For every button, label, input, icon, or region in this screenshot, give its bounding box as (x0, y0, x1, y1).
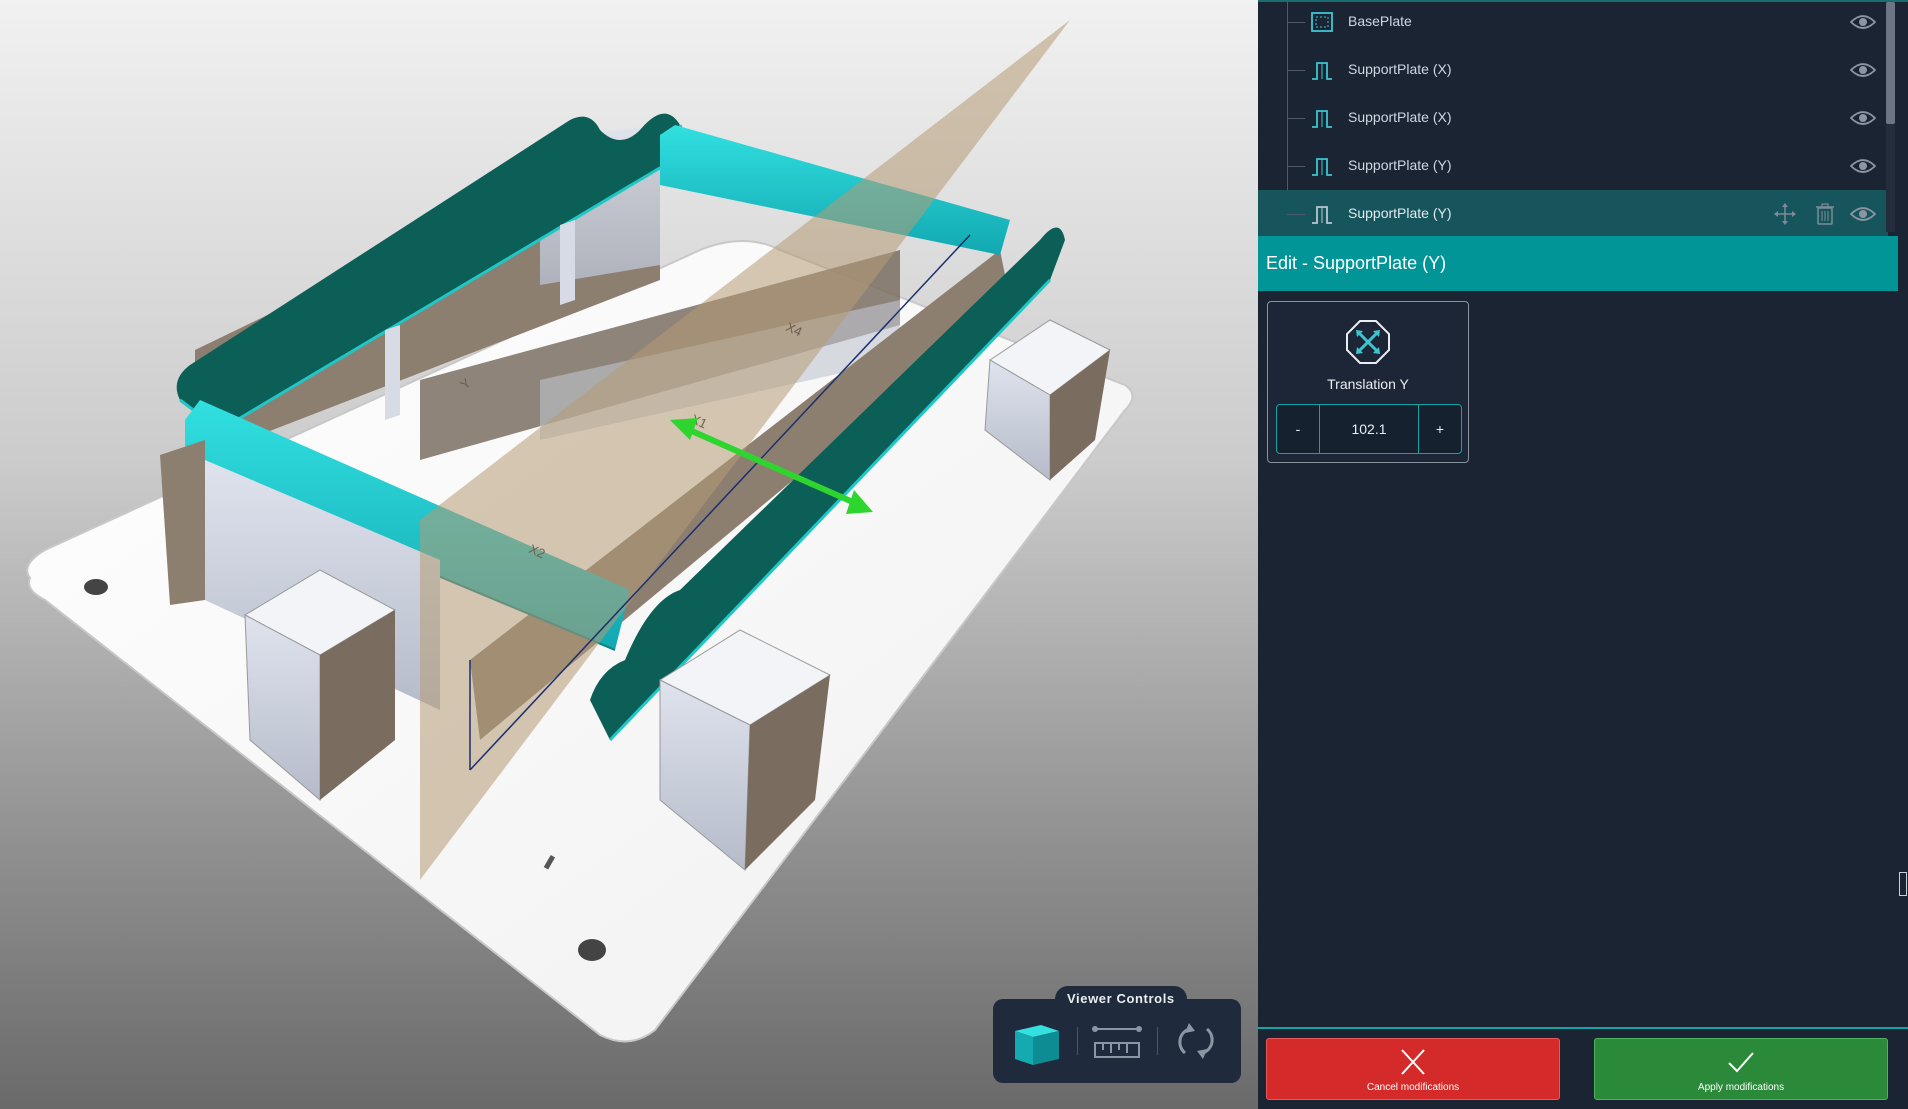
apply-modifications-button[interactable]: Apply modifications (1594, 1038, 1888, 1100)
right-panel: BasePlate SupportPlate (X) SupportPlate … (1258, 0, 1908, 1109)
edit-title: Edit - SupportPlate (Y) (1266, 253, 1447, 273)
tree-scrollbar[interactable] (1886, 2, 1895, 124)
cancel-label: Cancel modifications (1366, 1082, 1460, 1093)
close-icon (1401, 1049, 1425, 1075)
support-plate-icon (1312, 62, 1332, 80)
viewer-controls-label: Viewer Controls (1055, 986, 1187, 1012)
tree-item-supportplate-y-1[interactable]: SupportPlate (Y) (1258, 142, 1888, 190)
translation-y-label: Translation Y (1327, 376, 1409, 392)
move-icon[interactable] (1774, 202, 1796, 226)
tree-item-label: SupportPlate (Y) (1348, 157, 1452, 173)
tree-item-label: SupportPlate (X) (1348, 61, 1452, 77)
footer-divider (1258, 1027, 1908, 1029)
translation-icon (1346, 320, 1390, 364)
rotate-button[interactable] (1165, 1013, 1229, 1069)
decrement-button[interactable]: - (1277, 405, 1320, 453)
tree-item-supportplate-x-1[interactable]: SupportPlate (X) (1258, 46, 1888, 94)
model-scene[interactable]: X1 X2 X4 Y (0, 0, 1258, 1109)
eye-icon[interactable] (1850, 205, 1876, 223)
support-plate-icon (1312, 158, 1332, 176)
plate-hole (578, 939, 606, 961)
translation-y-input[interactable] (1320, 405, 1418, 453)
tree-item-label: SupportPlate (X) (1348, 109, 1452, 125)
eye-icon[interactable] (1850, 13, 1876, 31)
plate-hole (84, 579, 108, 595)
panel-scroll-handle[interactable] (1899, 872, 1907, 896)
eye-icon[interactable] (1850, 157, 1876, 175)
eye-icon[interactable] (1850, 109, 1876, 127)
apply-label: Apply modifications (1697, 1082, 1785, 1093)
model-tree: BasePlate SupportPlate (X) SupportPlate … (1258, 0, 1908, 238)
support-plate-icon (1312, 110, 1332, 128)
cube-view-button[interactable] (1007, 1013, 1071, 1069)
tree-item-baseplate[interactable]: BasePlate (1258, 0, 1888, 46)
cancel-modifications-button[interactable]: Cancel modifications (1266, 1038, 1560, 1100)
translation-y-stepper: - + (1276, 404, 1462, 454)
3d-viewport[interactable]: X1 X2 X4 Y Viewer Controls (0, 0, 1258, 1109)
measure-button[interactable] (1085, 1013, 1149, 1069)
tree-item-label: BasePlate (1348, 13, 1412, 29)
tree-item-label: SupportPlate (Y) (1348, 205, 1452, 221)
baseplate-icon (1311, 12, 1333, 32)
support-plate-icon (1312, 206, 1332, 224)
tree-item-supportplate-y-2[interactable]: SupportPlate (Y) (1258, 190, 1888, 238)
check-icon (1728, 1052, 1754, 1073)
tree-item-supportplate-x-2[interactable]: SupportPlate (X) (1258, 94, 1888, 142)
cube-view-icon (1015, 1025, 1059, 1065)
edit-header: Edit - SupportPlate (Y) (1258, 236, 1898, 291)
increment-button[interactable]: + (1418, 405, 1461, 453)
measure-icon (1092, 1026, 1142, 1058)
eye-icon[interactable] (1850, 61, 1876, 79)
rotate-icon (1178, 1023, 1214, 1059)
trash-icon[interactable] (1814, 202, 1836, 226)
translation-y-card: Translation Y - + (1267, 301, 1469, 463)
